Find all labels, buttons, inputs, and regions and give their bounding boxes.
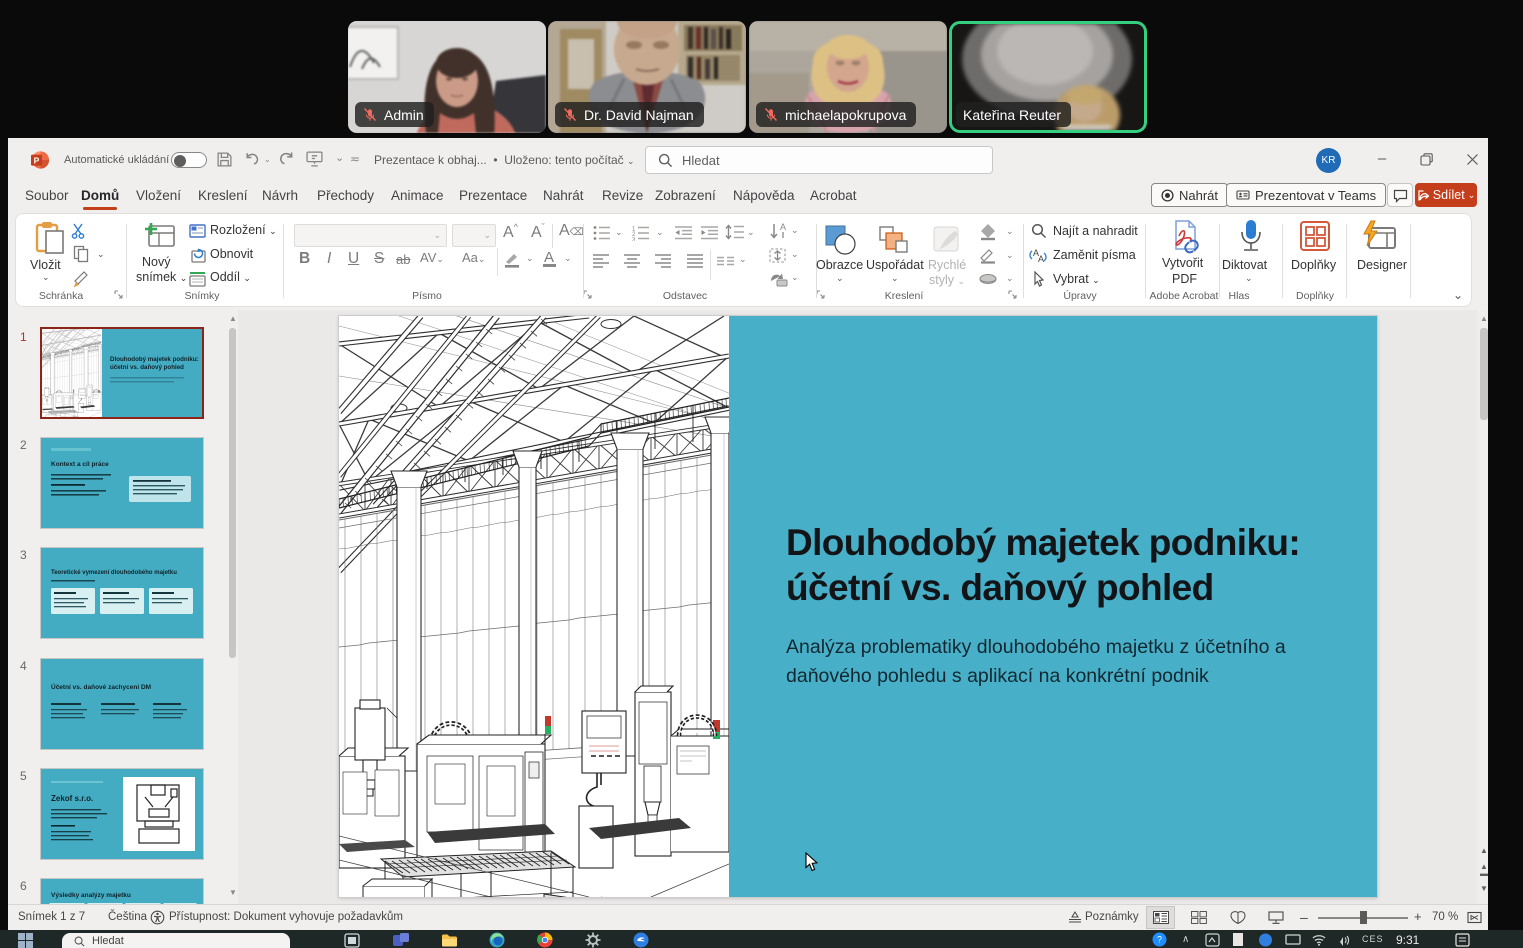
svg-text:A: A xyxy=(780,222,786,232)
svg-text:Dlouhodobý majetek podniku:: Dlouhodobý majetek podniku: xyxy=(110,356,199,363)
svg-text:3: 3 xyxy=(632,238,636,242)
svg-text:Zekof s.r.o.: Zekof s.r.o. xyxy=(51,794,93,803)
svg-text:účetní vs. daňový pohled: účetní vs. daňový pohled xyxy=(110,364,184,371)
svg-text:P: P xyxy=(34,155,40,165)
svg-text:A: A xyxy=(1038,254,1044,264)
svg-text:Teoretické vymezení dlouhodobé: Teoretické vymezení dlouhodobého majetku xyxy=(51,570,177,576)
svg-text:?: ? xyxy=(1157,935,1162,945)
svg-text:Účetní vs. daňové zachycení DM: Účetní vs. daňové zachycení DM xyxy=(51,682,151,691)
svg-text:Výsledky analýzy majetku: Výsledky analýzy majetku xyxy=(51,892,131,899)
svg-text:Kontext a cíl práce: Kontext a cíl práce xyxy=(51,461,109,468)
